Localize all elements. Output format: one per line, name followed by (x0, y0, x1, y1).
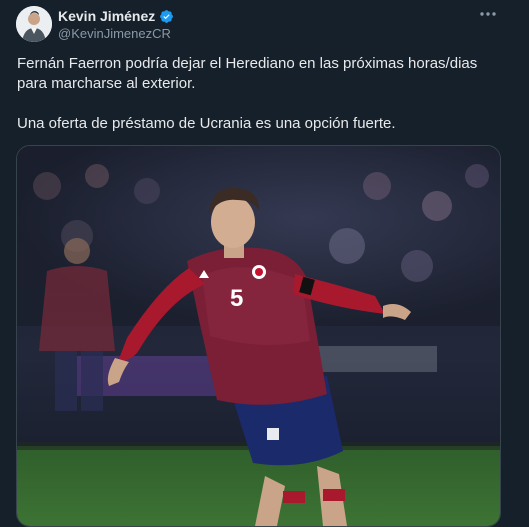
author-name[interactable]: Kevin Jiménez (58, 8, 155, 24)
tweet-paragraph-2: Una oferta de préstamo de Ucrania es una… (17, 115, 396, 132)
tweet-media-photo[interactable]: 5 (16, 145, 501, 527)
avatar-image (16, 6, 52, 42)
more-options-button[interactable] (477, 4, 499, 24)
more-horizontal-icon (480, 12, 496, 16)
tweet-paragraph-1: Fernán Faerron podría dejar el Herediano… (17, 55, 478, 92)
football-player-photo: 5 (17, 146, 500, 526)
author-handle[interactable]: @KevinJimenezCR (58, 26, 171, 41)
shirt-number: 5 (230, 285, 243, 312)
verified-badge-icon (160, 9, 174, 23)
tweet-text: Fernán Faerron podría dejar el Herediano… (17, 54, 497, 154)
author-avatar[interactable] (16, 6, 52, 42)
